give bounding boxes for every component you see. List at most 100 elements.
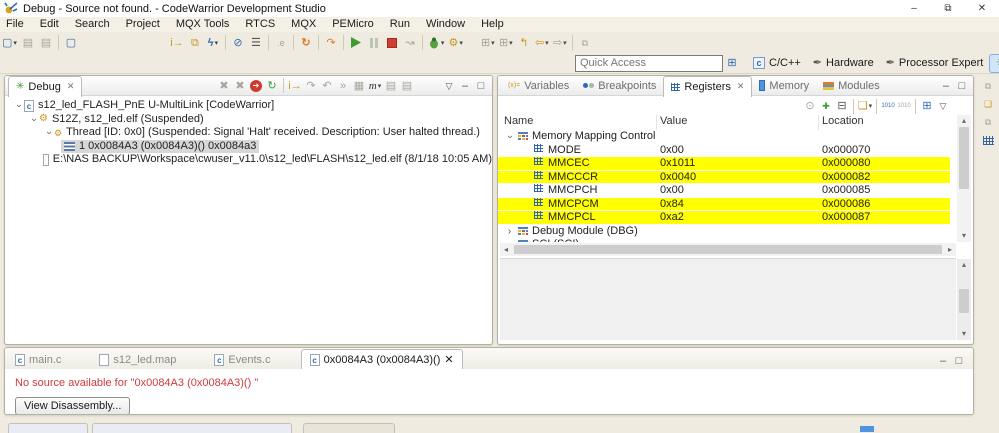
new-register-view-button[interactable]: ⊞ [919, 98, 935, 114]
quick-access-input[interactable] [575, 54, 723, 72]
registers-horizontal-scrollbar[interactable]: ◂ ▸ [500, 243, 956, 256]
step-return-button[interactable]: ↶ [319, 78, 335, 94]
detail-vertical-scrollbar[interactable]: ▴ ▾ [957, 259, 971, 340]
tab-breakpoints[interactable]: Breakpoints [576, 76, 663, 96]
pin-view-button[interactable]: ⊙ [802, 98, 818, 114]
close-icon[interactable]: ✕ [67, 81, 75, 92]
pin-editor-button[interactable]: ⊞ ▾ [480, 34, 496, 52]
reset-button[interactable]: ↻ [298, 34, 314, 52]
skip-breakpoints-button[interactable]: ⊘ [230, 34, 246, 52]
tree-collapsed-icon[interactable]: › [504, 238, 515, 242]
restore-pane-icon[interactable]: ⧉ [980, 114, 996, 130]
suspend-button[interactable] [366, 34, 382, 52]
back-history-button[interactable]: ⇦ ▾ [534, 34, 550, 52]
register-row[interactable]: MMCPCM 0x84 0x000086 [498, 197, 950, 211]
register-group-row[interactable]: › Memory Mapping Control (MMC [498, 130, 950, 144]
register-group-row[interactable]: › Debug Module (DBG) [498, 225, 950, 238]
scrollbar-thumb[interactable] [959, 289, 969, 313]
window-minimize-button[interactable]: – [897, 0, 931, 17]
perspective-debug[interactable]: ✳ Debug [989, 53, 999, 73]
tab-modules[interactable]: Modules [816, 76, 887, 96]
tree-expanded-icon[interactable]: › [27, 114, 41, 125]
run-launch-button[interactable]: ⚙ ▾ [447, 34, 463, 52]
minimized-view-icon[interactable]: ❏ [980, 96, 996, 112]
menu-mqx[interactable]: MQX [283, 17, 324, 32]
tree-item-stack-frame[interactable]: 1 0x0084A3 (0x0084A3)() 0x0084a3 [5, 139, 492, 154]
scrollbar-thumb[interactable] [514, 245, 942, 254]
restore-pane-icon[interactable]: ⧉ [980, 78, 996, 94]
maximize-view-button[interactable]: □ [954, 78, 970, 94]
view-menu-button[interactable]: ▽ [935, 98, 951, 114]
close-icon[interactable]: ✕ [444, 353, 453, 366]
step-over-button[interactable]: ↷ [303, 78, 319, 94]
menu-pemicro[interactable]: PEMicro [324, 17, 382, 32]
show-breakpoints-button[interactable]: ☰ [248, 34, 264, 52]
flash-file-button[interactable]: ▢ [63, 34, 79, 52]
tree-collapsed-icon[interactable]: › [504, 225, 515, 238]
menu-file[interactable]: File [0, 17, 32, 32]
minimized-registers-icon[interactable] [980, 132, 996, 148]
window-close-button[interactable]: ✕ [965, 0, 999, 17]
number-format-alt-button[interactable]: 1010 [896, 98, 912, 114]
scroll-down-icon[interactable]: ▾ [962, 230, 966, 242]
disconnect-view-button[interactable]: ✖ [232, 78, 248, 94]
expand-stack-button[interactable]: ▤ [399, 78, 415, 94]
remove-terminated-button[interactable]: ✖ [216, 78, 232, 94]
register-row[interactable]: MODE 0x00 0x000070 [498, 143, 950, 157]
maximize-view-button[interactable]: □ [473, 78, 489, 94]
save-button[interactable]: ▤ [20, 34, 36, 52]
restart-button[interactable]: ↷ [323, 34, 339, 52]
scroll-down-icon[interactable]: ▾ [962, 328, 966, 340]
tree-item-process[interactable]: › ⚙ S12Z, s12_led.elf (Suspended) [5, 113, 492, 127]
last-edit-location-button[interactable]: ↰ [516, 34, 532, 52]
register-group-row[interactable]: › SCI (SCI) [498, 238, 950, 242]
restart-view-button[interactable]: ↻ [264, 78, 280, 94]
menu-edit[interactable]: Edit [32, 17, 67, 32]
perspective-processor-expert[interactable]: ✒ Processor Expert [880, 54, 990, 73]
tree-item-launch[interactable]: › c s12_led_FLASH_PnE U-MultiLink [CodeW… [5, 99, 492, 113]
scrollbar-thumb[interactable] [959, 127, 969, 189]
tree-item-elf-file[interactable]: E:\NAS BACKUP\Workspace\cwuser_v11.0\s12… [5, 153, 492, 167]
scroll-right-icon[interactable]: ▸ [944, 245, 956, 254]
menu-search[interactable]: Search [67, 17, 118, 32]
disconnect-button[interactable]: ↝ [402, 34, 418, 52]
scroll-up-icon[interactable]: ▴ [962, 259, 966, 271]
instruction-stepping-button[interactable]: » [335, 78, 351, 94]
reset-target-button[interactable]: ➔ [248, 78, 264, 94]
add-register-group-button[interactable]: ✚ [818, 98, 834, 114]
menu-run[interactable]: Run [382, 17, 418, 32]
maximize-view-button[interactable]: □ [951, 353, 967, 369]
save-all-button[interactable]: ▤ [38, 34, 54, 52]
view-menu-button[interactable]: ▽ [441, 78, 457, 94]
debug-launch-button[interactable]: ▾ [427, 34, 446, 52]
tab-variables[interactable]: (x)= Variables [501, 76, 576, 96]
copy-stack-button[interactable]: ▤ [383, 78, 399, 94]
close-icon[interactable]: ✕ [737, 81, 745, 92]
pause-view-button[interactable]: ▦ [351, 78, 367, 94]
register-row[interactable]: MMCEC 0x1011 0x000080 [498, 157, 950, 171]
menu-window[interactable]: Window [418, 17, 473, 32]
new-wizard-button[interactable]: ▢ ▾ [1, 34, 18, 52]
profiler-button[interactable]: .e [273, 34, 289, 52]
minimize-view-button[interactable]: ‒ [457, 78, 473, 94]
attach-button[interactable]: ⧉ [187, 34, 203, 52]
tab-debug[interactable]: ✳ Debug ✕ [8, 76, 83, 97]
link-editor-button[interactable]: ⊞ ▾ [498, 34, 514, 52]
tab-main-c[interactable]: c main.c [7, 350, 69, 369]
flash-programmer-button[interactable]: ϟ ▾ [205, 34, 221, 52]
restore-editor-button[interactable]: ⧉ [577, 34, 593, 52]
multicore-button[interactable]: m ▾ [367, 78, 383, 94]
step-into-tool-button[interactable]: i→ [169, 34, 185, 52]
tab-events-c[interactable]: c Events.c [206, 350, 278, 369]
menu-mqx-tools[interactable]: MQX Tools [168, 17, 238, 32]
menu-rtcs[interactable]: RTCS [237, 17, 283, 32]
tree-expanded-icon[interactable]: › [503, 131, 517, 142]
tab-memory[interactable]: Memory [752, 76, 816, 96]
menu-project[interactable]: Project [118, 17, 168, 32]
step-into-button[interactable]: i→ [287, 78, 303, 94]
terminate-button[interactable] [384, 34, 400, 52]
forward-history-button[interactable]: ⇨ ▾ [552, 34, 568, 52]
view-disassembly-button[interactable]: View Disassembly... [15, 397, 131, 414]
tree-item-thread[interactable]: › ⚙ Thread [ID: 0x0] (Suspended: Signal … [5, 126, 492, 140]
window-restore-button[interactable]: ⧉ [931, 0, 965, 17]
